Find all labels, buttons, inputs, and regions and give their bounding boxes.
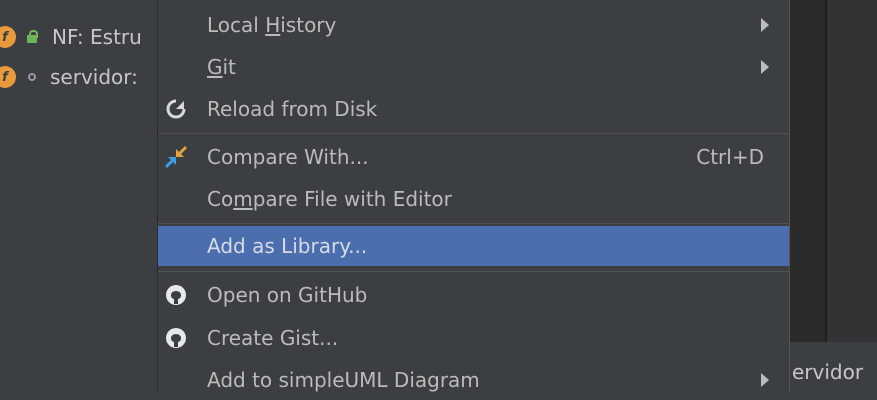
menu-item-label: Git bbox=[207, 55, 236, 79]
menu-separator bbox=[158, 271, 789, 272]
editor-gutter bbox=[827, 0, 877, 342]
menu-item-label: Add as Library... bbox=[207, 234, 368, 258]
menu-item-open-on-github[interactable]: Open on GitHub bbox=[158, 275, 789, 315]
lock-icon bbox=[26, 30, 38, 44]
project-tree: f NF: Estru f servidor: bbox=[0, 0, 160, 392]
menu-item-reload-from-disk[interactable]: Reload from Disk bbox=[158, 89, 789, 129]
circle-icon bbox=[28, 73, 36, 81]
tree-row-servidor[interactable]: f servidor: bbox=[0, 59, 138, 95]
menu-item-add-to-simpleuml-diagram[interactable]: Add to simpleUML Diagram bbox=[158, 360, 789, 400]
menu-item-git[interactable]: Git bbox=[158, 47, 789, 87]
menu-item-create-gist[interactable]: Create Gist... bbox=[158, 318, 789, 358]
menu-item-compare-with[interactable]: Compare With... Ctrl+D bbox=[158, 137, 789, 177]
submenu-arrow-icon bbox=[761, 373, 769, 387]
menu-item-label: Local History bbox=[207, 13, 337, 37]
menu-item-shortcut: Ctrl+D bbox=[696, 145, 764, 169]
menu-item-compare-file-with-editor[interactable]: Compare File with Editor bbox=[158, 179, 789, 219]
tree-row-label: NF: Estru bbox=[52, 25, 142, 49]
menu-item-label: Create Gist... bbox=[207, 326, 339, 350]
menu-item-add-as-library[interactable]: Add as Library... bbox=[158, 226, 789, 266]
submenu-arrow-icon bbox=[761, 18, 769, 32]
bottom-tab-label[interactable]: ervidor bbox=[792, 360, 863, 384]
menu-item-label: Open on GitHub bbox=[207, 283, 368, 307]
function-badge-icon: f bbox=[0, 26, 16, 48]
function-badge-icon: f bbox=[0, 66, 16, 88]
github-icon bbox=[164, 326, 188, 350]
menu-item-label: Compare With... bbox=[207, 145, 369, 169]
menu-separator bbox=[158, 223, 789, 224]
reload-icon bbox=[164, 97, 188, 121]
submenu-arrow-icon bbox=[761, 60, 769, 74]
compare-icon bbox=[164, 145, 188, 169]
context-menu: Local History Git Reload from Disk Compa… bbox=[157, 0, 790, 392]
github-icon bbox=[164, 283, 188, 307]
menu-item-label: Add to simpleUML Diagram bbox=[207, 368, 480, 392]
menu-item-local-history[interactable]: Local History bbox=[158, 5, 789, 45]
tree-row-nf-estructura[interactable]: f NF: Estru bbox=[0, 19, 142, 55]
tree-row-label: servidor: bbox=[50, 65, 138, 89]
menu-item-label: Reload from Disk bbox=[207, 97, 378, 121]
menu-item-label: Compare File with Editor bbox=[207, 187, 452, 211]
menu-separator bbox=[158, 133, 789, 134]
